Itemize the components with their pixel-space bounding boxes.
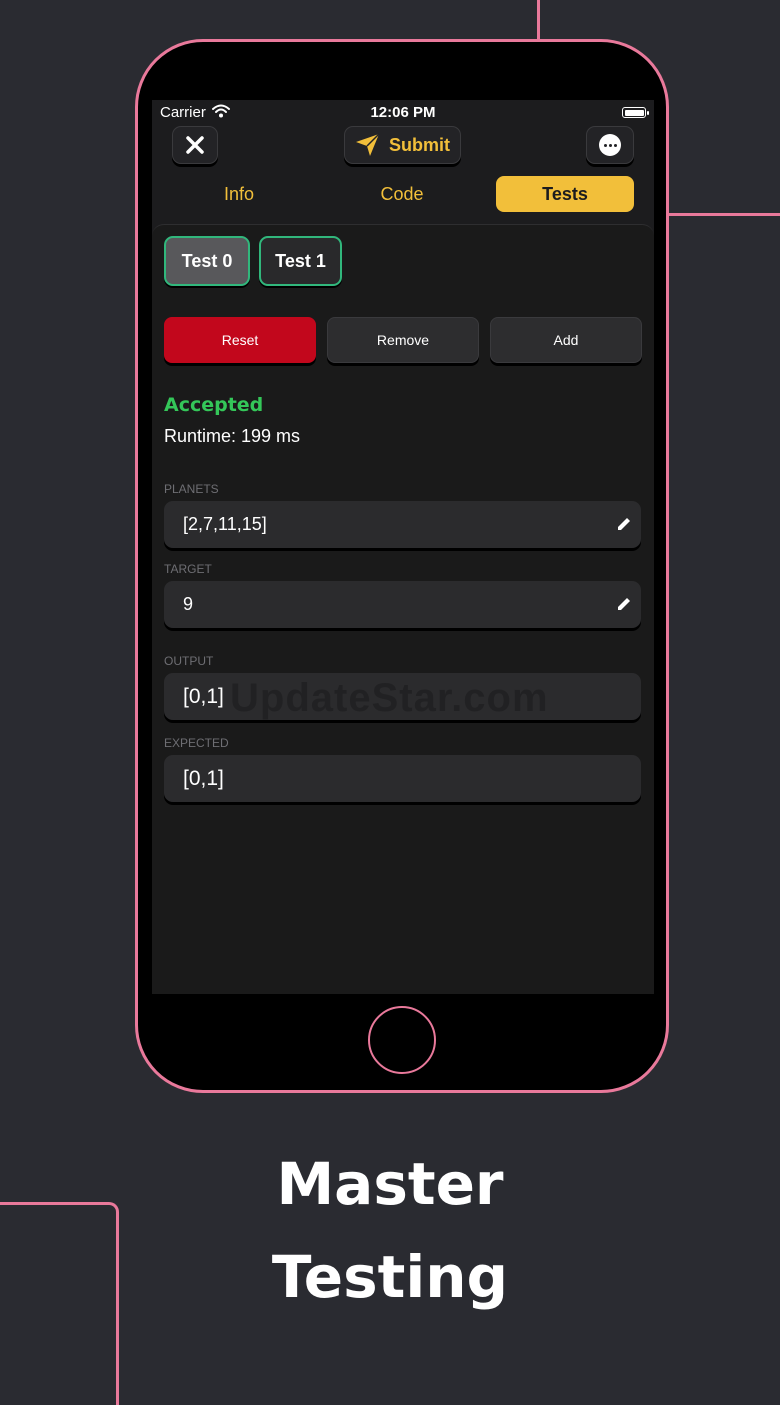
close-icon	[186, 136, 204, 154]
more-options-button[interactable]	[586, 126, 634, 164]
planets-value: [2,7,11,15]	[183, 514, 267, 534]
segment-info[interactable]: Info	[170, 176, 308, 212]
test-tab-0[interactable]: Test 0	[164, 236, 250, 286]
reset-button[interactable]: Reset	[164, 317, 316, 363]
watermark: UpdateStar.com	[230, 676, 549, 720]
test-tab-1[interactable]: Test 1	[259, 236, 342, 286]
app-screen: Carrier 12:06 PM Submit Info Code Tests …	[152, 100, 654, 994]
pencil-icon[interactable]	[615, 595, 633, 613]
battery-icon	[622, 107, 649, 118]
segment-tests[interactable]: Tests	[496, 176, 634, 212]
decorative-line-top	[537, 0, 540, 44]
home-button[interactable]	[368, 1006, 436, 1074]
status-time: 12:06 PM	[370, 104, 436, 121]
add-button[interactable]: Add	[490, 317, 642, 363]
remove-button[interactable]: Remove	[327, 317, 479, 363]
target-field[interactable]: 9	[164, 581, 641, 628]
expected-field: [0,1]	[164, 755, 641, 802]
result-status: Accepted	[164, 394, 264, 416]
target-label: TARGET	[164, 562, 212, 576]
submit-button[interactable]: Submit	[344, 126, 461, 164]
paper-plane-icon	[356, 133, 380, 156]
pencil-icon[interactable]	[615, 515, 633, 533]
segment-code[interactable]: Code	[333, 176, 471, 212]
expected-label: EXPECTED	[164, 736, 229, 750]
planets-label: PLANETS	[164, 482, 219, 496]
ellipsis-icon	[599, 134, 621, 156]
decorative-line-right	[666, 213, 780, 216]
caption-line-2: Testing	[271, 1243, 509, 1311]
runtime-label: Runtime: 199 ms	[164, 426, 301, 446]
target-value: 9	[183, 594, 194, 614]
close-button[interactable]	[172, 126, 218, 164]
planets-field[interactable]: [2,7,11,15]	[164, 501, 641, 548]
submit-label: Submit	[389, 134, 450, 155]
output-value: [0,1]	[183, 684, 224, 708]
caption-line-1: Master	[276, 1150, 504, 1218]
expected-value: [0,1]	[183, 766, 224, 790]
output-label: OUTPUT	[164, 654, 214, 668]
